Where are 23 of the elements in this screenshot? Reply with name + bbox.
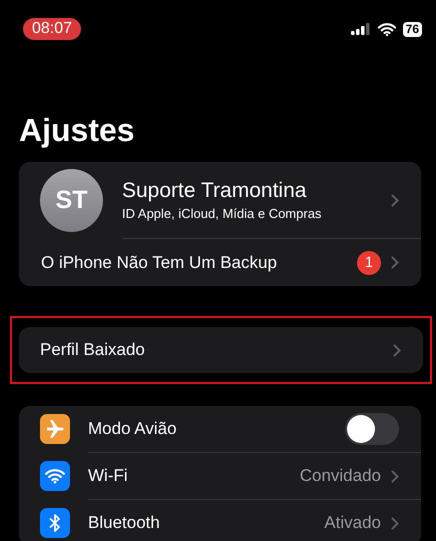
chevron-icon: [393, 344, 401, 356]
battery-indicator: 76: [402, 22, 422, 36]
chevron-icon: [391, 470, 399, 482]
profile-row[interactable]: Perfil Baixado: [19, 327, 423, 373]
setting-label[interactable]: Bluetooth: [88, 513, 324, 533]
notification-badge: 1: [357, 250, 381, 274]
signal-icon: [350, 23, 371, 35]
chevron-icon: [391, 256, 399, 269]
backup-notice[interactable]: O iPhone Não Tem Um Backup: [41, 252, 357, 272]
setting-label[interactable]: Modo Avião: [88, 419, 345, 439]
wifi-icon: [378, 22, 396, 36]
avatar: ST: [40, 168, 103, 232]
setting-value: Convidado: [300, 466, 381, 486]
toggle-switch[interactable]: [345, 413, 399, 445]
chevron-icon: [391, 194, 399, 206]
setting-value: Ativado: [324, 513, 381, 533]
profile-label: Perfil Baixado: [40, 340, 146, 360]
account-subtitle: ID Apple, iCloud, Mídia e Compras: [122, 206, 322, 221]
page-title: Ajustes: [19, 111, 136, 149]
account-name[interactable]: Suporte Tramontina: [122, 179, 381, 203]
setting-label[interactable]: Wi-Fi: [88, 466, 300, 486]
status-time: 08:07: [23, 18, 82, 40]
chevron-icon: [391, 516, 399, 530]
